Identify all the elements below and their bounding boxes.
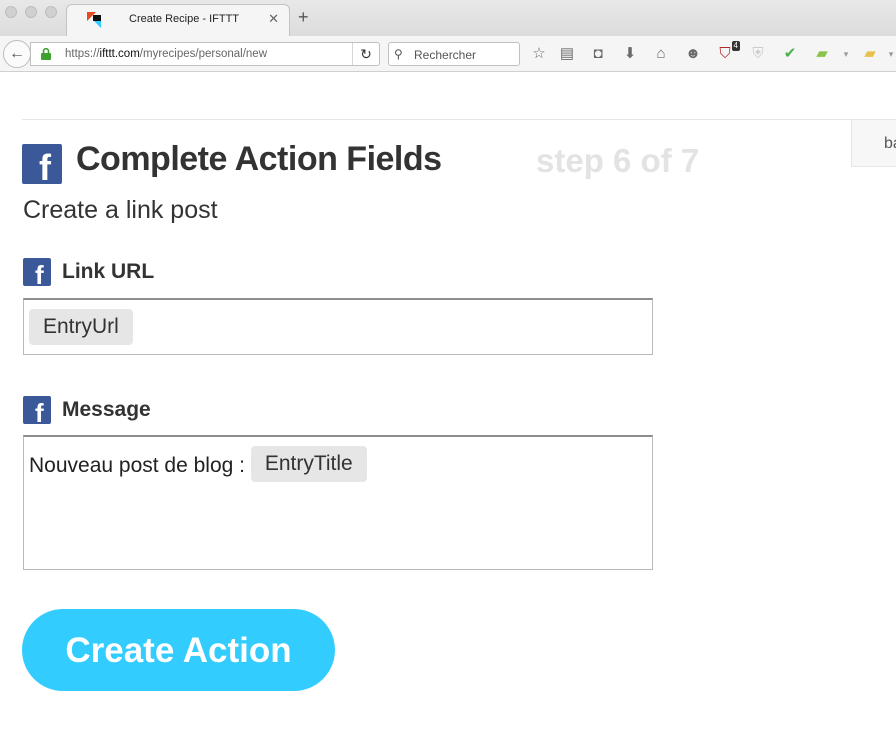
page-title: Complete Action Fields bbox=[76, 140, 442, 178]
reload-icon[interactable]: ↻ bbox=[352, 43, 379, 65]
shield-icon[interactable]: ⛨ bbox=[749, 45, 767, 63]
arrow-left-icon: ← bbox=[9, 45, 25, 62]
notes-icon[interactable]: ▰ bbox=[861, 45, 879, 63]
tab-title: Create Recipe - IFTTT bbox=[129, 13, 240, 25]
message-field[interactable]: Nouveau post de blog : EntryTitle bbox=[23, 435, 653, 570]
download-icon[interactable]: ⬇ bbox=[621, 45, 639, 63]
action-subtitle: Create a link post bbox=[23, 196, 218, 224]
bookmark-star-icon[interactable]: ☆ bbox=[530, 45, 548, 63]
window-zoom-button[interactable] bbox=[45, 6, 57, 18]
message-text: Nouveau post de blog : bbox=[29, 453, 251, 477]
window-minimize-button[interactable] bbox=[25, 6, 37, 18]
chat-icon[interactable]: ☻ bbox=[684, 45, 702, 63]
evernote-icon[interactable]: ▰ bbox=[813, 45, 831, 63]
url-text: https://ifttt.com/myrecipes/personal/new bbox=[65, 48, 267, 60]
tab-close-icon[interactable]: ✕ bbox=[268, 11, 279, 27]
link-url-label: Link URL bbox=[62, 260, 155, 283]
facebook-icon: f bbox=[22, 144, 62, 184]
step-indicator: step 6 of 7 bbox=[536, 142, 700, 179]
back-side-tab[interactable]: ba bbox=[851, 119, 896, 167]
search-placeholder: Rechercher bbox=[414, 48, 477, 62]
search-field[interactable]: ⚲ Rechercher bbox=[388, 42, 520, 66]
facebook-icon: f bbox=[23, 258, 51, 286]
reading-list-icon[interactable]: ▤ bbox=[558, 45, 576, 63]
search-icon: ⚲ bbox=[394, 47, 403, 61]
message-label: Message bbox=[62, 398, 151, 421]
ublock-badge: 4 bbox=[731, 41, 740, 51]
ingredient-pill-entrytitle[interactable]: EntryTitle bbox=[250, 446, 367, 482]
browser-navbar: https://ifttt.com/myrecipes/personal/new… bbox=[0, 36, 896, 72]
overflow-arrow-icon[interactable]: ▾ bbox=[882, 45, 896, 63]
url-bar[interactable]: https://ifttt.com/myrecipes/personal/new… bbox=[30, 42, 380, 66]
ingredient-pill-entryurl[interactable]: EntryUrl bbox=[29, 309, 133, 345]
lock-icon bbox=[41, 48, 51, 60]
ifttt-favicon-icon bbox=[87, 12, 101, 28]
browser-tab-strip: Create Recipe - IFTTT ✕ + bbox=[0, 0, 896, 36]
link-url-field[interactable]: EntryUrl bbox=[23, 298, 653, 355]
pocket-icon[interactable]: ◘ bbox=[589, 45, 607, 63]
top-divider bbox=[22, 119, 896, 120]
new-tab-button[interactable]: + bbox=[298, 8, 309, 26]
create-action-button[interactable]: Create Action bbox=[22, 609, 335, 691]
checkmark-icon[interactable]: ✔ bbox=[781, 45, 799, 63]
back-button[interactable]: ← bbox=[3, 40, 31, 68]
window-close-button[interactable] bbox=[5, 6, 17, 18]
home-icon[interactable]: ⌂ bbox=[652, 45, 670, 63]
facebook-icon: f bbox=[23, 396, 51, 424]
browser-tab-active[interactable]: Create Recipe - IFTTT ✕ bbox=[66, 4, 290, 36]
ublock-icon[interactable]: ⛉ 4 bbox=[716, 41, 740, 63]
dropdown-arrow-icon[interactable]: ▾ bbox=[837, 45, 855, 63]
